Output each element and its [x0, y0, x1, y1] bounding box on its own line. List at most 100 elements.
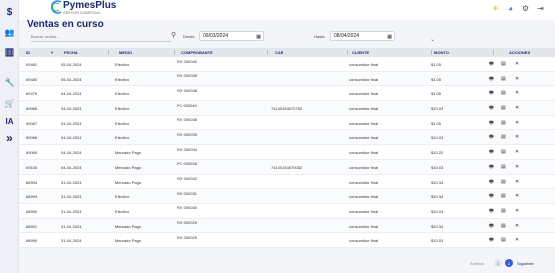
col-cliente[interactable]: CLIENTE: [352, 50, 433, 55]
printer-icon[interactable]: 🖶: [489, 90, 494, 98]
printer-icon[interactable]: 🖶: [489, 120, 494, 128]
receipt-icon[interactable]: ▤: [501, 164, 506, 170]
top-bar: PymesPlus GESTION COMERCIAL ☀ ◕ ⚙ ⇥: [19, 0, 555, 20]
row-cliente: consumidor final: [349, 164, 379, 170]
printer-icon[interactable]: 🖶: [489, 61, 494, 69]
close-icon[interactable]: ✕: [515, 223, 519, 229]
col-comprobante[interactable]: COMPROBANTE: [181, 50, 268, 55]
table-row[interactable]: 69480 05-04-2024 Efectivo RX 000039 consumid…: [19, 71, 555, 87]
column-separator[interactable]: [347, 50, 349, 55]
table-row[interactable]: 69481 05-04-2024 Efectivo RX 000040 consumid…: [19, 57, 555, 72]
table-row[interactable]: 69479 04-04-2024 Efectivo RX 000038 consumid…: [19, 86, 555, 102]
chevron-down-icon[interactable]: ⌄: [430, 36, 435, 43]
double-chevron-icon[interactable]: »: [3, 131, 16, 145]
printer-icon[interactable]: 🖶: [489, 76, 494, 84]
settings-icon[interactable]: ⚙: [521, 4, 530, 13]
receipt-icon[interactable]: ▤: [501, 237, 506, 243]
page-1-button[interactable]: 1: [494, 259, 503, 267]
table-row[interactable]: 69066 04-04-2024 Efectivo RX 000035 consumid…: [19, 130, 555, 146]
row-comprobante: RX 000035: [177, 131, 198, 137]
hasta-date-field[interactable]: 08/04/2024 ▦: [330, 31, 395, 41]
close-icon[interactable]: ✕: [515, 149, 519, 155]
receipt-icon[interactable]: ▤: [501, 105, 506, 111]
table-row[interactable]: 68990 31-04-2024 Mercado Pago RX 000025 cons…: [19, 233, 555, 248]
ai-icon[interactable]: IA: [3, 115, 16, 128]
column-separator[interactable]: [492, 50, 494, 55]
close-icon[interactable]: ✕: [515, 120, 519, 126]
table-row[interactable]: 68994 31-04-2024 Mercado Pago RX 000032 cons…: [19, 174, 555, 190]
close-icon[interactable]: ✕: [515, 164, 519, 170]
printer-icon[interactable]: 🖶: [489, 237, 494, 245]
hasta-label: Hasta: [314, 34, 325, 39]
table-row[interactable]: 68993 31-04-2024 Efectivo RX 000031 consumid…: [19, 189, 555, 204]
cart-icon[interactable]: 🛒: [3, 97, 16, 110]
table-row[interactable]: 68992 31-04-2024 Efectivo RX 000030 consumid…: [19, 203, 555, 219]
next-button[interactable]: Siguiente: [517, 261, 534, 266]
brand-subtitle: GESTION COMERCIAL: [63, 11, 101, 15]
prev-button[interactable]: Anterior: [470, 261, 484, 266]
search-input[interactable]: [31, 32, 171, 42]
close-icon[interactable]: ✕: [515, 237, 519, 243]
printer-icon[interactable]: 🖶: [489, 193, 494, 201]
receipt-icon[interactable]: ▤: [501, 76, 506, 82]
receipt-icon[interactable]: ▤: [501, 179, 506, 185]
table-row[interactable]: 69067 04-04-2024 Efectivo RX 000036 consumid…: [19, 115, 555, 131]
close-icon[interactable]: ✕: [515, 193, 519, 199]
close-icon[interactable]: ✕: [515, 208, 519, 214]
calendar-icon[interactable]: ▦: [256, 33, 261, 41]
calendar-icon[interactable]: ▦: [387, 33, 392, 41]
barcode-icon[interactable]: ▥: [3, 46, 16, 59]
table-row[interactable]: 68991 31-04-2024 Mercado Pago RX 000029 cons…: [19, 218, 555, 234]
users-icon[interactable]: 👥: [3, 26, 16, 39]
col-id[interactable]: ID ▼: [26, 50, 54, 55]
search-icon[interactable]: ⚲: [171, 31, 179, 39]
row-medio: Efectivo: [115, 91, 130, 97]
close-icon[interactable]: ✕: [515, 105, 519, 111]
printer-icon[interactable]: 🖶: [489, 134, 494, 142]
receipt-icon[interactable]: ▤: [501, 208, 506, 214]
col-fecha[interactable]: FECHA: [64, 50, 109, 55]
receipt-icon[interactable]: ▤: [501, 61, 506, 67]
printer-icon[interactable]: 🖶: [489, 164, 494, 172]
close-icon[interactable]: ✕: [515, 61, 519, 67]
sort-desc-icon[interactable]: ▼: [50, 50, 54, 55]
printer-icon[interactable]: 🖶: [489, 223, 494, 231]
row-id: 69479: [26, 91, 38, 97]
column-separator[interactable]: [107, 50, 109, 55]
palette-icon[interactable]: ◕: [506, 4, 515, 13]
printer-icon[interactable]: 🖶: [489, 179, 494, 187]
receipt-icon[interactable]: ▤: [501, 90, 506, 96]
printer-icon[interactable]: 🖶: [489, 105, 494, 113]
table-row[interactable]: 69065 04-04-2024 Mercado Pago RX 000034 cons…: [19, 145, 555, 160]
brand: PymesPlus: [63, 1, 116, 11]
table-row[interactable]: 69106 04-04-2024 Mercado Pago FC 000038 7414…: [19, 159, 555, 175]
row-fecha: 04-04-2024: [61, 120, 82, 126]
page-2-button[interactable]: 2: [505, 259, 514, 267]
col-cae[interactable]: CAE: [275, 50, 349, 55]
close-icon[interactable]: ✕: [515, 90, 519, 96]
close-icon[interactable]: ✕: [515, 179, 519, 185]
printer-icon[interactable]: 🖶: [489, 149, 494, 157]
receipt-icon[interactable]: ▤: [501, 120, 506, 126]
row-comprobante: RX 000032: [177, 176, 198, 181]
column-separator[interactable]: [174, 50, 176, 55]
column-separator[interactable]: [266, 50, 268, 55]
sales-table: ID ▼ FECHA MEDIO COMPROBANTE CAE CLIENTE …: [19, 48, 555, 248]
receipt-icon[interactable]: ▤: [501, 223, 506, 229]
close-icon[interactable]: ✕: [515, 76, 519, 82]
table-row[interactable]: 69068 04-04-2024 Efectivo FC 000040 74140154…: [19, 101, 555, 116]
printer-icon[interactable]: 🖶: [489, 208, 494, 216]
col-monto-label: MONTO: [434, 50, 449, 55]
receipt-icon[interactable]: ▤: [501, 134, 506, 140]
column-separator[interactable]: [431, 50, 433, 55]
col-monto[interactable]: MONTO: [434, 50, 494, 55]
col-medio[interactable]: MEDIO: [119, 50, 176, 55]
dollar-icon[interactable]: $: [3, 6, 16, 19]
desde-date-field[interactable]: 09/03/2024 ▦: [199, 31, 264, 41]
wrench-icon[interactable]: 🔧: [3, 76, 16, 89]
sun-icon[interactable]: ☀: [491, 4, 500, 13]
receipt-icon[interactable]: ▤: [501, 193, 506, 199]
logout-icon[interactable]: ⇥: [536, 4, 545, 13]
close-icon[interactable]: ✕: [515, 134, 519, 140]
receipt-icon[interactable]: ▤: [501, 149, 506, 155]
